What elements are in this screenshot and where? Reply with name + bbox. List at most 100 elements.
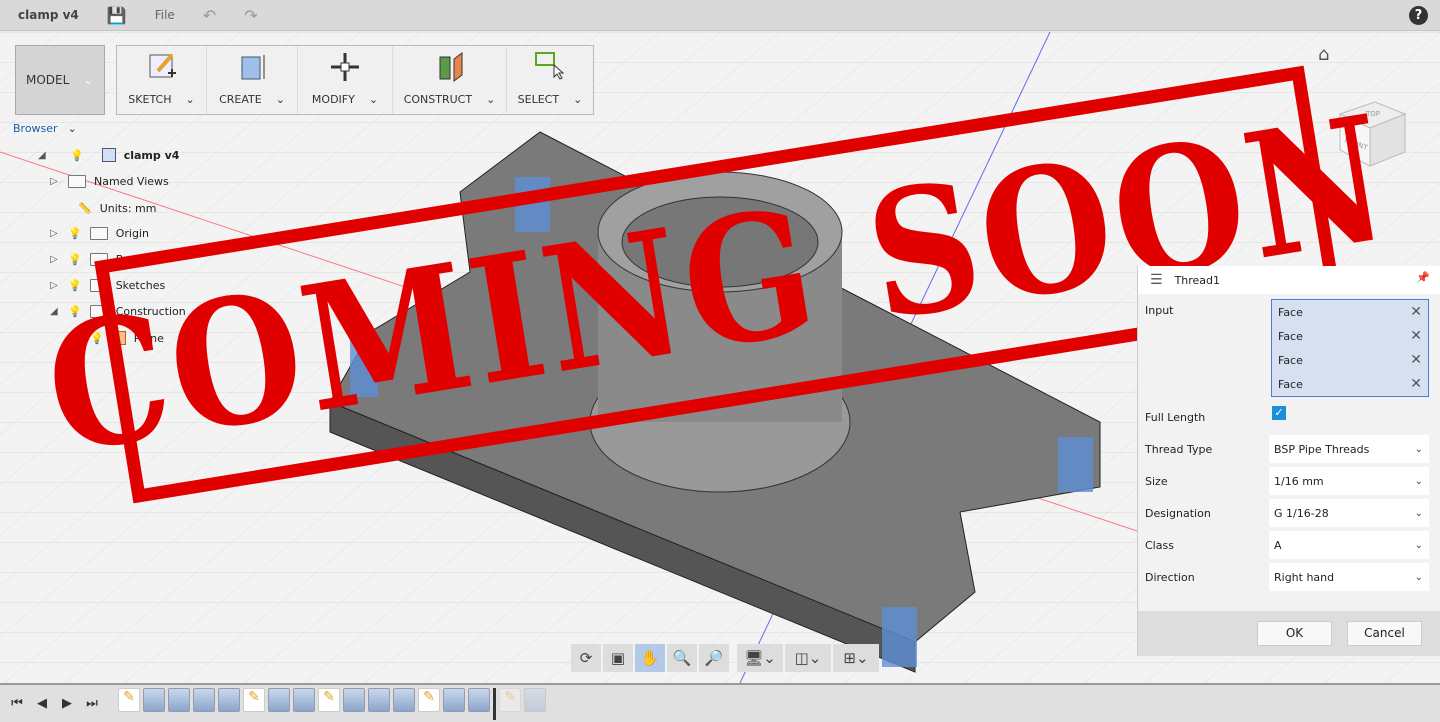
- timeline-sketch-suppressed-icon[interactable]: ✎: [499, 687, 521, 712]
- tree-item-construction[interactable]: ◢ 💡 Construction: [50, 305, 186, 318]
- direction-select[interactable]: Right hand ⌄: [1269, 563, 1429, 591]
- cancel-button[interactable]: Cancel: [1347, 621, 1422, 646]
- timeline-fillet-icon[interactable]: [193, 687, 215, 712]
- thread-type-select[interactable]: BSP Pipe Threads ⌄: [1269, 435, 1429, 463]
- chevron-down-icon[interactable]: ⌄: [68, 122, 77, 135]
- visibility-icon[interactable]: 💡: [68, 227, 82, 240]
- go-to-end-icon[interactable]: ⏭: [81, 696, 103, 711]
- remove-icon[interactable]: ✕: [1410, 328, 1422, 344]
- play-icon[interactable]: ▶: [56, 696, 78, 711]
- visual-style-icon[interactable]: ◫⌄: [785, 644, 831, 672]
- timeline-sketch-icon[interactable]: ✎: [243, 687, 265, 712]
- toolbar: SKETCH ⌄ CREATE ⌄ MODIFY ⌄ CONSTRUCT ⌄ SELEC…: [116, 45, 594, 115]
- chevron-down-icon[interactable]: ⌄: [185, 93, 194, 106]
- workspace-switcher[interactable]: MODEL ⌄: [15, 45, 105, 115]
- selection-item[interactable]: Face ✕: [1272, 300, 1428, 324]
- collapse-icon[interactable]: ◢: [38, 150, 48, 161]
- full-length-checkbox[interactable]: ✓: [1272, 406, 1286, 420]
- timeline-fillet-icon[interactable]: [293, 687, 315, 712]
- timeline-pattern-icon[interactable]: [218, 687, 240, 712]
- select-button[interactable]: SELECT ⌄: [507, 46, 593, 114]
- pan-icon[interactable]: ✋: [635, 644, 665, 672]
- sketch-button[interactable]: SKETCH ⌄: [117, 46, 207, 114]
- size-label: Size: [1145, 475, 1168, 488]
- tree-item-units[interactable]: 📏 Units: mm: [78, 202, 156, 215]
- viewports-icon[interactable]: ⊞⌄: [833, 644, 879, 672]
- visibility-icon[interactable]: 💡: [68, 253, 82, 266]
- plane-icon: [111, 331, 126, 345]
- timeline-chamfer-icon[interactable]: [443, 687, 465, 712]
- thread-dialog: ☰ Thread1 📌 Input Face ✕ Face ✕ Face ✕ Face ✕ …: [1137, 266, 1440, 656]
- orbit-icon[interactable]: ⟳: [571, 644, 601, 672]
- step-back-icon[interactable]: ◀: [31, 696, 53, 711]
- tree-item-root[interactable]: ◢ 💡 clamp v4: [38, 148, 179, 162]
- timeline-extrude-icon[interactable]: [168, 687, 190, 712]
- expand-icon[interactable]: ▷: [50, 280, 60, 291]
- visibility-icon[interactable]: 💡: [68, 279, 82, 292]
- look-at-icon[interactable]: ▣: [603, 644, 633, 672]
- timeline-extrude-icon[interactable]: [343, 687, 365, 712]
- timeline-marker[interactable]: [493, 687, 496, 720]
- home-icon[interactable]: ⌂: [1318, 44, 1329, 65]
- folder-icon: [89, 305, 108, 318]
- timeline-thread-icon[interactable]: [468, 687, 490, 712]
- tree-label: clamp v4: [123, 148, 180, 162]
- selection-item[interactable]: Face ✕: [1272, 324, 1428, 348]
- viewcube-top[interactable]: TOP: [1365, 110, 1380, 118]
- chevron-down-icon: ⌄: [1414, 539, 1423, 551]
- timeline-sketch-icon[interactable]: ✎: [118, 687, 140, 712]
- tree-item-plane[interactable]: 💡 Plane: [90, 331, 164, 345]
- pin-icon[interactable]: 📌: [1416, 271, 1430, 284]
- visibility-icon[interactable]: 💡: [90, 332, 104, 345]
- tree-item-sketches[interactable]: ▷ 💡 Sketches: [50, 279, 165, 292]
- save-icon[interactable]: 💾: [107, 6, 127, 25]
- undo-icon[interactable]: ↶: [203, 6, 216, 25]
- browser-header: Browser: [13, 122, 58, 135]
- tree-item-bodies[interactable]: ▷ 💡 Bodies: [50, 253, 153, 266]
- expand-icon[interactable]: ▷: [50, 176, 60, 187]
- fit-icon[interactable]: 🔎: [699, 644, 729, 672]
- chevron-down-icon[interactable]: ⌄: [486, 93, 495, 106]
- expand-icon[interactable]: ▷: [50, 228, 60, 239]
- workspace-label: MODEL: [26, 73, 70, 87]
- visibility-icon[interactable]: 💡: [68, 305, 82, 318]
- go-to-start-icon[interactable]: ⏮: [6, 696, 28, 711]
- timeline-plane-icon[interactable]: [368, 687, 390, 712]
- selection-item[interactable]: Face ✕: [1272, 372, 1428, 396]
- timeline-extrude-suppressed-icon[interactable]: [524, 687, 546, 712]
- timeline-mirror-icon[interactable]: [393, 687, 415, 712]
- construct-button[interactable]: CONSTRUCT ⌄: [393, 46, 507, 114]
- remove-icon[interactable]: ✕: [1410, 376, 1422, 392]
- chevron-down-icon[interactable]: ⌄: [276, 93, 285, 106]
- chevron-down-icon[interactable]: ⌄: [369, 93, 378, 106]
- selection-item[interactable]: Face ✕: [1272, 348, 1428, 372]
- timeline-extrude-icon[interactable]: [268, 687, 290, 712]
- tree-item-origin[interactable]: ▷ 💡 Origin: [50, 227, 149, 240]
- input-selection-list[interactable]: Face ✕ Face ✕ Face ✕ Face ✕: [1271, 299, 1429, 397]
- view-cube[interactable]: TOP FRONT: [1330, 94, 1410, 174]
- expand-icon[interactable]: ▷: [50, 254, 60, 265]
- visibility-icon[interactable]: 💡: [70, 149, 84, 162]
- timeline-extrude-icon[interactable]: [143, 687, 165, 712]
- tree-item-named-views[interactable]: ▷ Named Views: [50, 175, 169, 188]
- chevron-down-icon[interactable]: ⌄: [573, 93, 582, 106]
- tree-label: Construction: [115, 305, 186, 318]
- folder-icon: [68, 175, 86, 188]
- zoom-icon[interactable]: 🔍: [667, 644, 697, 672]
- modify-button[interactable]: MODIFY ⌄: [298, 46, 393, 114]
- create-label: CREATE: [219, 93, 262, 106]
- class-select[interactable]: A ⌄: [1269, 531, 1429, 559]
- file-menu[interactable]: File: [155, 8, 175, 22]
- size-select[interactable]: 1/16 mm ⌄: [1269, 467, 1429, 495]
- timeline-sketch-icon[interactable]: ✎: [418, 687, 440, 712]
- create-button[interactable]: CREATE ⌄: [207, 46, 298, 114]
- collapse-icon[interactable]: ◢: [50, 306, 60, 317]
- redo-icon[interactable]: ↷: [244, 6, 257, 25]
- designation-select[interactable]: G 1/16-28 ⌄: [1269, 499, 1429, 527]
- help-icon[interactable]: ?: [1409, 6, 1428, 25]
- timeline-sketch-icon[interactable]: ✎: [318, 687, 340, 712]
- ok-button[interactable]: OK: [1257, 621, 1332, 646]
- display-settings-icon[interactable]: 🖥⌄: [737, 644, 783, 672]
- remove-icon[interactable]: ✕: [1410, 352, 1422, 368]
- remove-icon[interactable]: ✕: [1410, 304, 1422, 320]
